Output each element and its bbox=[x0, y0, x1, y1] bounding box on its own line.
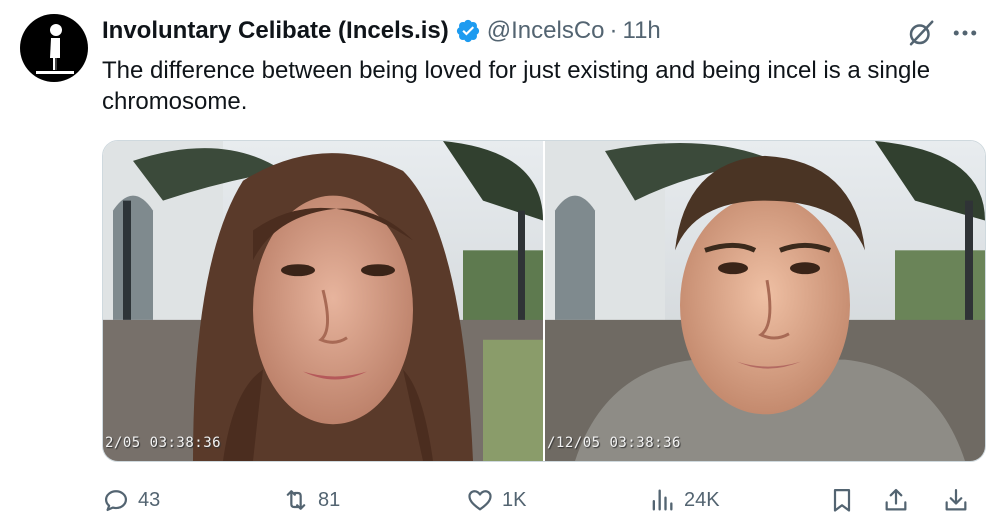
tweet-header: Involuntary Celibate (Incels.is) @Incels… bbox=[102, 14, 661, 48]
author-name[interactable]: Involuntary Celibate (Incels.is) bbox=[102, 17, 449, 45]
views-button[interactable]: 24K bbox=[648, 482, 720, 518]
author-handle[interactable]: @IncelsCo bbox=[487, 17, 605, 45]
standing-figure-icon bbox=[36, 24, 74, 74]
retweet-count: 81 bbox=[318, 488, 341, 511]
bookmark-icon bbox=[833, 488, 851, 512]
photo-right[interactable]: /12/05 03:38:36 bbox=[545, 141, 985, 461]
reply-count: 43 bbox=[138, 488, 161, 511]
views-count: 24K bbox=[684, 488, 720, 511]
action-bar: 43 81 1K 24K bbox=[102, 482, 986, 518]
separator: · bbox=[609, 17, 618, 44]
retweet-button[interactable]: 81 bbox=[282, 482, 340, 518]
portrait-photo-right bbox=[545, 141, 985, 461]
grok-icon[interactable] bbox=[906, 18, 936, 48]
heart-icon bbox=[468, 490, 492, 511]
photo-timestamp-left: 2/05 03:38:36 bbox=[105, 435, 222, 451]
avatar[interactable] bbox=[20, 14, 88, 82]
photo-left[interactable]: 2/05 03:38:36 bbox=[103, 141, 543, 461]
tweet-text: The difference between being loved for j… bbox=[102, 57, 931, 115]
more-options-icon[interactable] bbox=[950, 18, 980, 48]
download-button[interactable] bbox=[942, 482, 970, 518]
bookmark-button[interactable] bbox=[828, 482, 856, 518]
share-button[interactable] bbox=[882, 482, 910, 518]
photo-timestamp-right: /12/05 03:38:36 bbox=[547, 435, 681, 451]
like-button[interactable]: 1K bbox=[466, 482, 526, 518]
download-icon bbox=[945, 488, 967, 511]
analytics-icon bbox=[652, 489, 673, 511]
retweet-icon bbox=[286, 490, 306, 510]
portrait-photo-left bbox=[103, 141, 543, 461]
post-time[interactable]: 11h bbox=[623, 17, 661, 45]
reply-button[interactable]: 43 bbox=[102, 482, 160, 518]
share-icon bbox=[885, 488, 907, 511]
like-count: 1K bbox=[502, 488, 527, 511]
reply-icon bbox=[104, 490, 128, 512]
media-grid[interactable]: 2/05 03:38:36 /12/05 03:38:36 bbox=[102, 140, 986, 462]
verified-badge-icon[interactable] bbox=[455, 18, 481, 44]
